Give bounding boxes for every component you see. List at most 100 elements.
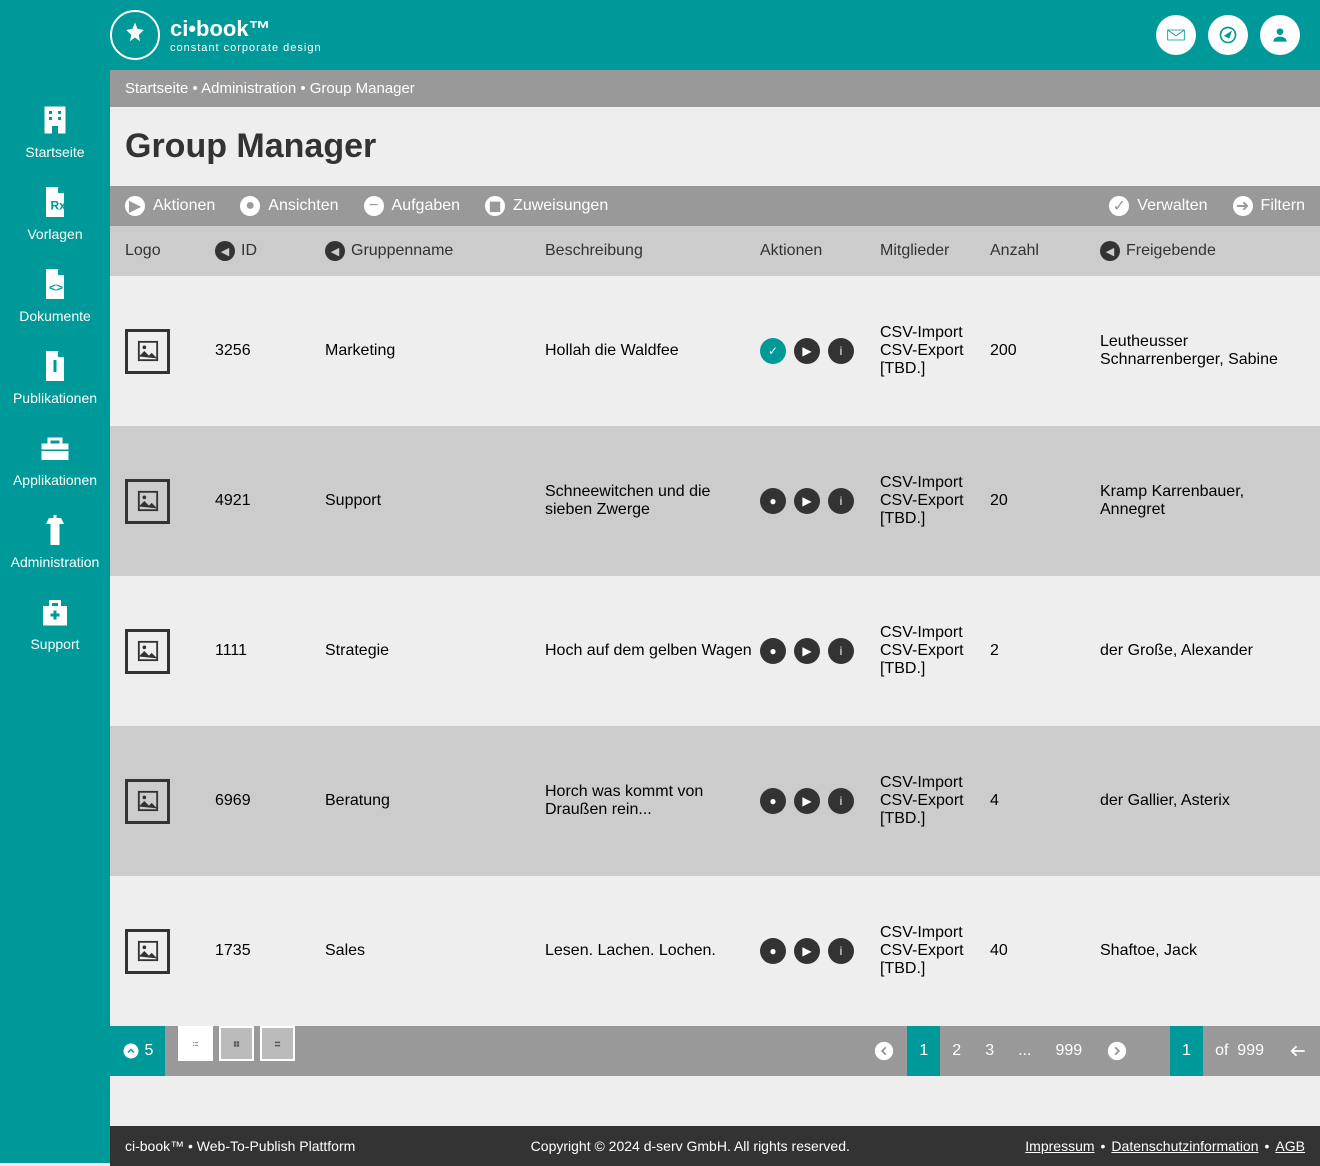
bookmark-icon: ◼ — [485, 196, 505, 216]
row-play-button[interactable]: ▶ — [794, 788, 820, 814]
cell-count: 200 — [990, 342, 1100, 360]
page-next-button[interactable] — [1094, 1026, 1140, 1076]
mail-icon[interactable] — [1156, 15, 1196, 55]
sidebar-item-dokumente[interactable]: <> Dokumente — [0, 254, 110, 336]
table-header: Logo ◀ID ◀Gruppenname Beschreibung Aktio… — [110, 226, 1320, 276]
svg-text:Rx: Rx — [51, 199, 67, 213]
breadcrumb[interactable]: Startseite • Administration • Group Mana… — [110, 70, 1320, 107]
cell-name: Beratung — [325, 792, 545, 810]
sidebar-label: Administration — [11, 554, 100, 570]
row-play-button[interactable]: ▶ — [794, 338, 820, 364]
csv-import-link[interactable]: CSV-Import — [880, 624, 990, 642]
tbd-label: [TBD.] — [880, 510, 990, 528]
sidebar-item-administration[interactable]: Administration — [0, 500, 110, 582]
cell-approver: Leutheusser Schnarrenberger, Sabine — [1100, 333, 1300, 369]
cell-actions: ✓ ▶ i — [760, 338, 880, 364]
col-header-actions: Aktionen — [760, 242, 880, 260]
csv-export-link[interactable]: CSV-Export — [880, 792, 990, 810]
row-info-button[interactable]: i — [828, 338, 854, 364]
file-code-icon: <> — [37, 266, 73, 302]
cell-logo — [125, 929, 215, 974]
row-check-button[interactable]: ● — [760, 938, 786, 964]
sidebar-label: Support — [30, 636, 79, 652]
sidebar-item-vorlagen[interactable]: Rx Vorlagen — [0, 172, 110, 254]
csv-export-link[interactable]: CSV-Export — [880, 942, 990, 960]
cell-members: CSV-Import CSV-Export [TBD.] — [880, 924, 990, 978]
csv-import-link[interactable]: CSV-Import — [880, 774, 990, 792]
cell-name: Marketing — [325, 342, 545, 360]
svg-text:<>: <> — [49, 281, 63, 295]
footer-link-impressum[interactable]: Impressum — [1025, 1138, 1094, 1154]
page-prev-button[interactable] — [861, 1026, 907, 1076]
page-number[interactable]: 2 — [940, 1026, 973, 1076]
row-check-button[interactable]: ● — [760, 488, 786, 514]
tbd-label: [TBD.] — [880, 660, 990, 678]
col-header-logo: Logo — [125, 242, 215, 260]
cell-actions: ● ▶ i — [760, 488, 880, 514]
row-play-button[interactable]: ▶ — [794, 938, 820, 964]
image-placeholder-icon — [125, 629, 170, 674]
cell-id: 3256 — [215, 342, 325, 360]
sidebar: Startseite Rx Vorlagen <> Dokumente Publ… — [0, 70, 110, 1163]
minus-icon: − — [364, 196, 384, 216]
table-row: 4921 Support Schneewitchen und die siebe… — [110, 426, 1320, 576]
user-icon[interactable] — [1260, 15, 1300, 55]
sidebar-label: Applikationen — [13, 472, 97, 488]
cell-count: 20 — [990, 492, 1100, 510]
col-header-approver[interactable]: ◀Freigebende — [1100, 241, 1300, 261]
row-info-button[interactable]: i — [828, 788, 854, 814]
csv-export-link[interactable]: CSV-Export — [880, 492, 990, 510]
col-header-desc: Beschreibung — [545, 242, 760, 260]
check-icon: ✓ — [1109, 196, 1129, 216]
brand-mark-icon — [110, 10, 160, 60]
row-check-button[interactable]: ● — [760, 788, 786, 814]
page-go-button[interactable] — [1276, 1026, 1320, 1076]
page-number[interactable]: 3 — [973, 1026, 1006, 1076]
compass-icon[interactable] — [1208, 15, 1248, 55]
sidebar-item-support[interactable]: Support — [0, 582, 110, 664]
row-play-button[interactable]: ▶ — [794, 638, 820, 664]
csv-import-link[interactable]: CSV-Import — [880, 924, 990, 942]
view-list-icon[interactable] — [178, 1026, 213, 1061]
footer-link-datenschutz[interactable]: Datenschutzinformation — [1111, 1138, 1258, 1154]
cell-count: 40 — [990, 942, 1100, 960]
toolbar-verwalten[interactable]: ✓Verwalten — [1109, 196, 1207, 216]
csv-export-link[interactable]: CSV-Export — [880, 642, 990, 660]
cell-approver: der Große, Alexander — [1100, 642, 1300, 660]
row-check-button[interactable]: ✓ — [760, 338, 786, 364]
sidebar-item-startseite[interactable]: Startseite — [0, 90, 110, 172]
page-number[interactable]: 999 — [1043, 1026, 1094, 1076]
row-info-button[interactable]: i — [828, 488, 854, 514]
row-info-button[interactable]: i — [828, 638, 854, 664]
toolbar-ansichten[interactable]: ●Ansichten — [240, 196, 338, 216]
csv-import-link[interactable]: CSV-Import — [880, 474, 990, 492]
cell-approver: Kramp Karrenbauer, Annegret — [1100, 483, 1300, 519]
sidebar-item-publikationen[interactable]: Publikationen — [0, 336, 110, 418]
col-header-name[interactable]: ◀Gruppenname — [325, 241, 545, 261]
file-rx-icon: Rx — [37, 184, 73, 220]
csv-export-link[interactable]: CSV-Export — [880, 342, 990, 360]
page-number[interactable]: 1 — [907, 1026, 940, 1076]
toolbar-zuweisungen[interactable]: ◼Zuweisungen — [485, 196, 608, 216]
toolbar-aufgaben[interactable]: −Aufgaben — [364, 196, 461, 216]
row-check-button[interactable]: ● — [760, 638, 786, 664]
view-grid-icon[interactable] — [219, 1026, 254, 1061]
col-header-id[interactable]: ◀ID — [215, 241, 325, 261]
row-info-button[interactable]: i — [828, 938, 854, 964]
cell-count: 2 — [990, 642, 1100, 660]
per-page-toggle[interactable]: 5 — [110, 1026, 165, 1076]
page-current[interactable]: 1 — [1170, 1026, 1203, 1076]
cell-members: CSV-Import CSV-Export [TBD.] — [880, 774, 990, 828]
cell-id: 1111 — [215, 642, 325, 660]
sidebar-label: Vorlagen — [27, 226, 82, 242]
csv-import-link[interactable]: CSV-Import — [880, 324, 990, 342]
view-compact-icon[interactable] — [260, 1026, 295, 1061]
sidebar-item-applikationen[interactable]: Applikationen — [0, 418, 110, 500]
row-play-button[interactable]: ▶ — [794, 488, 820, 514]
tbd-label: [TBD.] — [880, 810, 990, 828]
toolbar-aktionen[interactable]: ▶Aktionen — [125, 196, 215, 216]
toolbar-filtern[interactable]: ➜Filtern — [1233, 196, 1305, 216]
cell-members: CSV-Import CSV-Export [TBD.] — [880, 324, 990, 378]
footer-link-agb[interactable]: AGB — [1275, 1138, 1305, 1154]
image-placeholder-icon — [125, 329, 170, 374]
